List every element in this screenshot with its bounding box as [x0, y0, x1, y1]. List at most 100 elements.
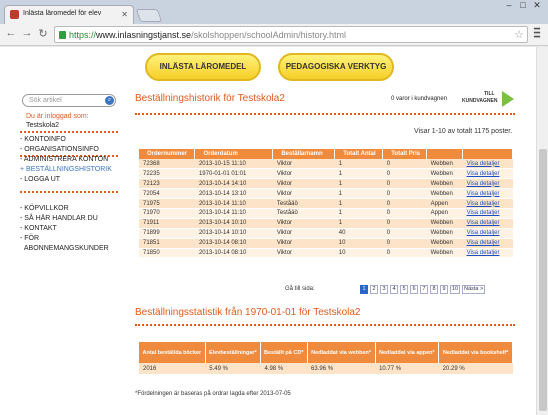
sidebar-item-logga-ut[interactable]: - LOGGA UT — [20, 175, 60, 185]
logged-in-school: Testskola2 — [26, 122, 60, 129]
sidebar-divider — [20, 191, 118, 193]
sidebar-item-kontoinfo[interactable]: - KONTOINFO — [20, 135, 66, 145]
scrollbar-thumb[interactable] — [539, 149, 547, 411]
url-host: www.inlasningstjanst.se — [96, 30, 192, 40]
orders-table: Ordernummer Orderdatum Beställarnamn Totalt… — [139, 149, 513, 259]
page-button[interactable]: 8 — [430, 285, 438, 294]
pagination: 1 2 3 4 5 6 7 8 9 10 Nästa > — [360, 285, 486, 294]
stats-cell: 10.77 % — [375, 363, 439, 374]
maximize-icon[interactable]: □ — [516, 0, 530, 12]
page-viewport: INLÄSTA LÄROMEDEL PEDAGOGISKA VERKTYG Sö… — [0, 47, 536, 415]
sidebar-item-kopvillkor[interactable]: - KÖPVILLKOR — [20, 204, 69, 214]
page-button[interactable]: 9 — [440, 285, 448, 294]
menu-icon[interactable]: ━ ━ ━ — [534, 25, 544, 43]
table-cell: Teståäö — [272, 198, 335, 209]
forward-icon[interactable]: → — [20, 27, 34, 39]
stats-table: Antal beställda böcker Elevbeställningar*… — [139, 342, 513, 374]
cart-status: 0 varor i kundvagnen — [391, 96, 448, 102]
table-cell: 1 — [334, 218, 383, 229]
stats-column-header: Beställt på CD* — [260, 342, 308, 363]
table-cell: 72235 — [139, 168, 195, 180]
nav-inlasta-laromedel-button[interactable]: INLÄSTA LÄROMEDEL — [145, 53, 261, 81]
page-button[interactable]: 10 — [450, 285, 461, 294]
bookmark-star-icon[interactable]: ☆ — [514, 28, 524, 41]
page-button[interactable]: 1 — [360, 285, 368, 294]
view-details-link[interactable]: Visa detaljer — [467, 230, 500, 236]
close-tab-icon[interactable]: ✕ — [121, 10, 128, 19]
view-details-link[interactable]: Visa detaljer — [467, 220, 500, 226]
view-details-link[interactable]: Visa detaljer — [467, 161, 500, 167]
sidebar-item-sa-har-handlar-du[interactable]: - SÅ HÄR HANDLAR DU — [20, 214, 98, 224]
view-details-link[interactable]: Visa detaljer — [467, 240, 500, 246]
table-cell: Webben — [426, 159, 463, 170]
stats-column-header: Antal beställda böcker — [139, 342, 206, 363]
minimize-icon[interactable]: – — [502, 0, 516, 12]
table-cell: 2013-10-14 10:10 — [194, 218, 273, 229]
page-button[interactable]: 7 — [420, 285, 428, 294]
table-cell: 10 — [334, 248, 383, 259]
view-details-link[interactable]: Visa detaljer — [467, 210, 500, 216]
page-button[interactable]: 3 — [380, 285, 388, 294]
table-cell: Viktor — [272, 228, 335, 239]
stats-cell: 2016 — [139, 363, 206, 374]
stats-row: 2016 5.49 % 4.98 % 63.96 % 10.77 % 20.29 % — [139, 363, 513, 374]
view-details-link[interactable]: Visa detaljer — [467, 171, 500, 177]
view-details-link[interactable]: Visa detaljer — [467, 250, 500, 256]
record-count: Visar 1-10 av totalt 1175 poster. — [414, 128, 513, 135]
search-input[interactable]: Sök artikel ⌕ — [22, 94, 116, 107]
stats-cell: 5.49 % — [205, 363, 261, 374]
view-details-link[interactable]: Visa detaljer — [467, 191, 500, 197]
sidebar-item-kontakt[interactable]: - KONTAKT — [20, 224, 57, 234]
page-button[interactable]: 6 — [410, 285, 418, 294]
sidebar-item-organisationsinfo[interactable]: - ORGANISATIONSINFO — [20, 145, 99, 155]
table-cell: Visa detaljer — [462, 208, 513, 219]
table-header-row: Ordernummer Orderdatum Beställarnamn Totalt… — [139, 149, 513, 159]
address-bar[interactable]: https://www.inlasningstjanst.se/skolshop… — [54, 26, 528, 43]
stats-cell: 20.29 % — [438, 363, 513, 374]
table-row: 71970 2013-10-14 11:10 Teståäö 1 0 Appen Visa … — [139, 208, 513, 219]
view-details-link[interactable]: Visa detaljer — [467, 201, 500, 207]
favicon-icon — [10, 10, 19, 19]
back-icon[interactable]: ← — [4, 27, 18, 39]
nav-pedagogiska-verktyg-button[interactable]: PEDAGOGISKA VERKTYG — [278, 53, 394, 81]
table-cell: 2013-10-14 11:10 — [194, 208, 273, 219]
table-cell: 71970 — [139, 208, 195, 219]
table-cell: 71850 — [139, 248, 195, 259]
column-header — [462, 149, 513, 159]
stats-title: Beställningsstatistik från 1970-01-01 fö… — [135, 307, 361, 318]
table-row: 72368 2013-10-15 11:10 Viktor 1 0 Webben Visa … — [139, 159, 513, 170]
table-cell: 1970-01-01 01:01 — [194, 168, 273, 180]
page-title: Beställningshistorik för Testskola2 — [135, 93, 285, 104]
url-scheme: https:// — [69, 30, 97, 40]
table-cell: 72054 — [139, 188, 195, 200]
go-to-cart-button[interactable]: TILL KUNDVAGNEN — [458, 89, 514, 109]
table-cell: Viktor — [272, 168, 335, 180]
search-icon[interactable]: ⌕ — [105, 96, 114, 105]
browser-tab[interactable]: Inlästa läromedel för elev ✕ — [4, 5, 134, 24]
page-button[interactable]: 5 — [400, 285, 408, 294]
page-button[interactable]: 4 — [390, 285, 398, 294]
table-cell: 40 — [334, 228, 383, 239]
sidebar-item-bestallningshistorik[interactable]: + BESTÄLLNINGSHISTORIK — [20, 165, 112, 175]
sidebar-item-abonnemangskunder[interactable]: - FÖR ABONNEMANGSKUNDER — [20, 234, 109, 254]
new-tab-button[interactable] — [135, 9, 163, 22]
page-button[interactable]: Nästa > — [462, 285, 486, 294]
table-cell: 1 — [334, 168, 383, 180]
table-cell: Visa detaljer — [462, 198, 513, 209]
table-cell: 2013-10-14 11:10 — [194, 198, 273, 209]
table-cell: 2013-10-14 08:10 — [194, 238, 273, 249]
reload-icon[interactable]: ↻ — [36, 27, 50, 40]
table-row: 71975 2013-10-14 11:10 Teståäö 1 0 Appen Visa … — [139, 198, 513, 209]
sidebar-item-administrera-konton[interactable]: - ADMINISTRERA KONTON — [20, 155, 108, 165]
table-cell: Visa detaljer — [462, 228, 513, 239]
column-header: Beställarnamn — [272, 149, 336, 159]
table-cell: 71911 — [139, 218, 195, 229]
scrollbar[interactable] — [536, 47, 548, 415]
stats-column-header: Nedladdat via appen* — [375, 342, 440, 363]
tab-title: Inlästa läromedel för elev — [23, 10, 102, 17]
stats-column-header: Nedladdat via webben* — [307, 342, 376, 363]
table-cell: Viktor — [272, 159, 335, 170]
page-button[interactable]: 2 — [370, 285, 378, 294]
view-details-link[interactable]: Visa detaljer — [467, 181, 500, 187]
close-window-icon[interactable]: ✕ — [530, 0, 544, 12]
